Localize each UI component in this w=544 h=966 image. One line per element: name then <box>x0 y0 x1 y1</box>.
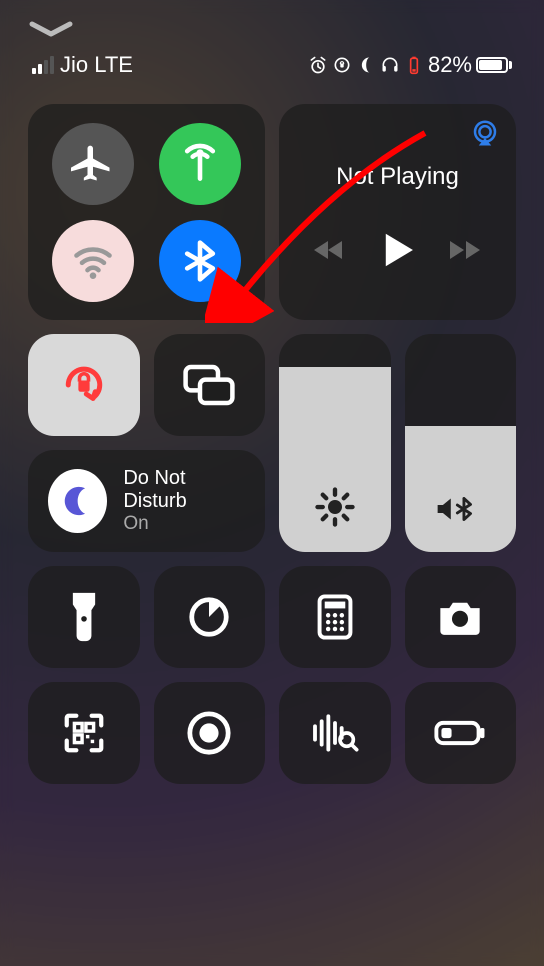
screen-mirroring-button[interactable] <box>154 334 266 436</box>
dismiss-chevron-icon[interactable] <box>28 18 516 40</box>
flashlight-button[interactable] <box>28 566 140 668</box>
screen-mirroring-icon <box>182 363 236 407</box>
brightness-slider[interactable] <box>279 334 391 552</box>
orientation-lock-button[interactable] <box>28 334 140 436</box>
status-bar: Jio LTE 82% <box>28 52 516 78</box>
bluetooth-icon <box>178 239 222 283</box>
rewind-button[interactable] <box>312 236 348 264</box>
qr-scanner-button[interactable] <box>28 682 140 784</box>
cellular-data-button[interactable] <box>159 123 241 205</box>
camera-button[interactable] <box>405 566 517 668</box>
sound-wave-search-icon <box>310 712 360 754</box>
battery-icon <box>476 57 512 73</box>
qr-icon <box>61 710 107 756</box>
airplay-icon[interactable] <box>470 118 500 148</box>
dnd-text: Do Not Disturb On <box>123 467 245 535</box>
camera-icon <box>435 597 485 637</box>
low-power-mode-button[interactable] <box>405 682 517 784</box>
timer-icon <box>186 594 232 640</box>
flashlight-icon <box>64 591 104 643</box>
airplane-mode-button[interactable] <box>52 123 134 205</box>
airplane-icon <box>71 142 115 186</box>
battery-low-power-icon <box>433 718 487 748</box>
sound-recognition-button[interactable] <box>279 682 391 784</box>
wifi-button[interactable] <box>52 220 134 302</box>
carrier-label: Jio LTE <box>60 52 133 78</box>
dnd-title-label: Do Not Disturb <box>123 467 245 513</box>
media-controls-card[interactable]: Not Playing <box>279 104 516 320</box>
orientation-lock-icon <box>57 358 111 412</box>
media-title-label: Not Playing <box>336 163 459 191</box>
calculator-button[interactable] <box>279 566 391 668</box>
dnd-circle-icon <box>48 469 107 533</box>
volume-slider[interactable] <box>405 334 517 552</box>
low-battery-warn-icon <box>404 55 424 75</box>
antenna-icon <box>178 142 222 186</box>
wifi-icon <box>71 239 115 283</box>
screen-record-button[interactable] <box>154 682 266 784</box>
moon-icon <box>61 484 95 518</box>
play-button[interactable] <box>381 231 415 269</box>
bluetooth-button[interactable] <box>159 220 241 302</box>
cellular-signal-icon <box>32 56 54 74</box>
timer-button[interactable] <box>154 566 266 668</box>
volume-bluetooth-icon <box>405 490 517 528</box>
brightness-icon <box>279 486 391 528</box>
headphones-status-icon <box>380 55 400 75</box>
dnd-moon-status-icon <box>356 55 376 75</box>
do-not-disturb-button[interactable]: Do Not Disturb On <box>28 450 265 552</box>
orientation-lock-status-icon <box>332 55 352 75</box>
record-icon <box>186 710 232 756</box>
dnd-status-label: On <box>123 513 245 535</box>
alarm-icon <box>308 55 328 75</box>
battery-percent-label: 82% <box>428 52 472 78</box>
connectivity-group[interactable] <box>28 104 265 320</box>
forward-button[interactable] <box>448 236 484 264</box>
calculator-icon <box>315 593 355 641</box>
